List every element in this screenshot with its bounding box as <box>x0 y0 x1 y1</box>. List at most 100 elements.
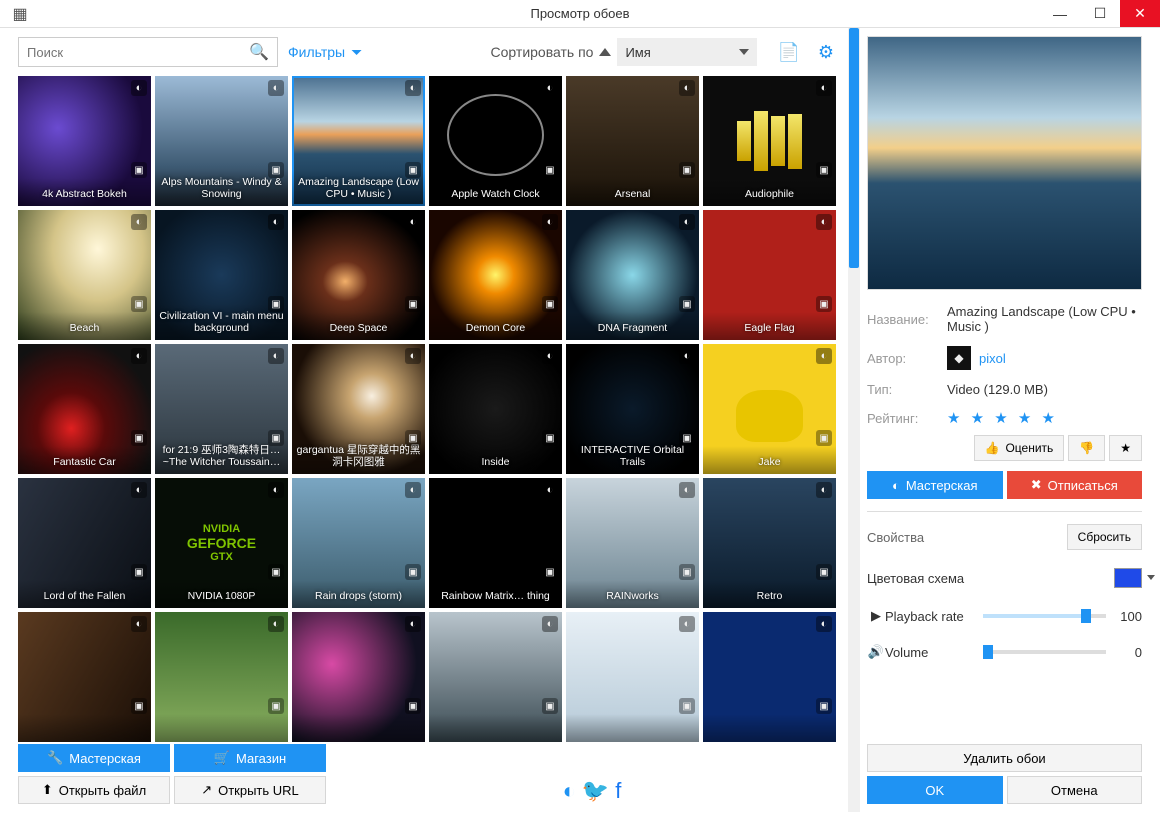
search-input[interactable] <box>27 45 249 60</box>
playback-rate-label: Playback rate <box>885 609 975 624</box>
wallpaper-tile[interactable]: gargantua 星际穿越中的黑洞卡冈图雅◐▣ <box>292 344 425 474</box>
wallpaper-tile[interactable]: ◐▣ <box>703 612 836 742</box>
rate-button[interactable]: 👍 Оценить <box>974 435 1065 461</box>
search-box[interactable]: 🔍 <box>18 37 278 67</box>
type-label: Тип: <box>867 382 947 397</box>
wallpaper-tile[interactable]: Rainbow Matrix… thing◐▣ <box>429 478 562 608</box>
thumbs-down-button[interactable]: 👎 <box>1068 435 1105 461</box>
wallpaper-preview <box>867 36 1142 290</box>
wrench-icon: 🔧 <box>47 750 63 766</box>
steam-badge-icon: ◐ <box>679 616 695 632</box>
favorite-button[interactable]: ★ <box>1109 435 1142 461</box>
color-scheme-label: Цветовая схема <box>867 571 964 586</box>
wallpaper-tile[interactable]: Lord of the Fallen◐▣ <box>18 478 151 608</box>
delete-wallpaper-button[interactable]: Удалить обои <box>867 744 1142 772</box>
wallpaper-tile[interactable]: Civilization VI - main menu background◐▣ <box>155 210 288 340</box>
type-badge-icon: ▣ <box>405 698 421 714</box>
wallpaper-tile[interactable]: RAINworks◐▣ <box>566 478 699 608</box>
type-badge-icon: ▣ <box>405 296 421 312</box>
steam-badge-icon: ◐ <box>268 348 284 364</box>
new-file-icon[interactable]: 📄 <box>773 42 803 63</box>
wallpaper-tile[interactable]: Amazing Landscape (Low CPU • Music )◐▣ <box>292 76 425 206</box>
unsubscribe-button[interactable]: ✖ Отписаться <box>1007 471 1143 499</box>
steam-badge-icon: ◐ <box>679 482 695 498</box>
ok-button[interactable]: OK <box>867 776 1003 804</box>
steam-badge-icon: ◐ <box>405 616 421 632</box>
search-icon[interactable]: 🔍 <box>249 42 269 62</box>
maximize-button[interactable]: ☐ <box>1080 0 1120 27</box>
type-badge-icon: ▣ <box>131 430 147 446</box>
wallpaper-tile[interactable]: NVIDIAGEFORCEGTXNVIDIA 1080P◐▣ <box>155 478 288 608</box>
wallpaper-tile[interactable]: Rain drops (storm)◐▣ <box>292 478 425 608</box>
twitter-icon[interactable]: 🐦 <box>582 778 609 804</box>
wallpaper-tile[interactable]: Apple Watch Clock◐▣ <box>429 76 562 206</box>
wallpaper-tile[interactable]: Beach◐▣ <box>18 210 151 340</box>
sort-select[interactable]: Имя <box>617 38 757 66</box>
wallpaper-tile[interactable]: INTERACTIVE Orbital Trails◐▣ <box>566 344 699 474</box>
wallpaper-tile[interactable]: Alps Mountains - Windy & Snowing◐▣ <box>155 76 288 206</box>
tile-caption <box>155 714 288 742</box>
wallpaper-tile[interactable]: ◐▣ <box>18 612 151 742</box>
steam-badge-icon: ◐ <box>816 214 832 230</box>
wallpaper-tile[interactable]: Eagle Flag◐▣ <box>703 210 836 340</box>
workshop-button[interactable]: 🔧Мастерская <box>18 744 170 772</box>
wallpaper-tile[interactable]: 4k Abstract Bokeh◐▣ <box>18 76 151 206</box>
social-row: ◐ 🐦 f <box>563 778 622 804</box>
type-badge-icon: ▣ <box>542 162 558 178</box>
type-badge-icon: ▣ <box>542 564 558 580</box>
wallpaper-tile[interactable]: ◐▣ <box>292 612 425 742</box>
type-badge-icon: ▣ <box>268 296 284 312</box>
tile-caption: Jake <box>703 446 836 474</box>
wallpaper-tile[interactable]: ◐▣ <box>155 612 288 742</box>
open-file-button[interactable]: ⬆Открыть файл <box>18 776 170 804</box>
tile-caption <box>292 714 425 742</box>
steam-badge-icon: ◐ <box>679 348 695 364</box>
tile-caption <box>18 714 151 742</box>
wallpaper-tile[interactable]: Fantastic Car◐▣ <box>18 344 151 474</box>
facebook-icon[interactable]: f <box>615 778 621 804</box>
steam-badge-icon: ◐ <box>405 80 421 96</box>
wallpaper-tile[interactable]: for 21:9 巫师3陶森特日… ~The Witcher Toussain…… <box>155 344 288 474</box>
wallpaper-tile[interactable]: Arsenal◐▣ <box>566 76 699 206</box>
tile-caption: NVIDIA 1080P <box>155 580 288 608</box>
steam-badge-icon: ◐ <box>131 80 147 96</box>
wallpaper-tile[interactable]: Audiophile◐▣ <box>703 76 836 206</box>
type-value: Video (129.0 MB) <box>947 382 1142 397</box>
volume-slider[interactable] <box>983 650 1106 654</box>
wallpaper-tile[interactable]: Jake◐▣ <box>703 344 836 474</box>
filters-link[interactable]: Фильтры ⏷ <box>288 44 362 61</box>
close-button[interactable]: ✕ <box>1120 0 1160 27</box>
author-label: Автор: <box>867 351 947 366</box>
workshop-link-button[interactable]: ◐ Мастерская <box>867 471 1003 499</box>
playback-rate-value: 100 <box>1114 609 1142 624</box>
author-link[interactable]: pixol <box>979 351 1006 366</box>
tile-caption <box>703 714 836 742</box>
steam-badge-icon: ◐ <box>131 348 147 364</box>
wallpaper-tile[interactable]: Retro◐▣ <box>703 478 836 608</box>
reset-button[interactable]: Сбросить <box>1067 524 1142 550</box>
color-swatch[interactable] <box>1114 568 1142 588</box>
cancel-button[interactable]: Отмена <box>1007 776 1143 804</box>
wallpaper-tile[interactable]: Inside◐▣ <box>429 344 562 474</box>
wallpaper-tile[interactable]: Deep Space◐▣ <box>292 210 425 340</box>
playback-rate-slider[interactable] <box>983 614 1106 618</box>
open-url-button[interactable]: ↗Открыть URL <box>174 776 326 804</box>
gear-icon[interactable]: ⚙ <box>814 42 838 63</box>
type-badge-icon: ▣ <box>679 430 695 446</box>
tile-caption: Deep Space <box>292 312 425 340</box>
filters-label: Фильтры <box>288 44 345 60</box>
tile-caption: Inside <box>429 446 562 474</box>
wallpaper-tile[interactable]: DNA Fragment◐▣ <box>566 210 699 340</box>
wallpaper-tile[interactable]: ◐▣ <box>566 612 699 742</box>
steam-badge-icon: ◐ <box>131 482 147 498</box>
scrollbar[interactable] <box>848 28 860 812</box>
scrollbar-thumb[interactable] <box>849 28 859 268</box>
steam-icon[interactable]: ◐ <box>563 778 576 804</box>
type-badge-icon: ▣ <box>268 698 284 714</box>
type-badge-icon: ▣ <box>268 430 284 446</box>
store-button[interactable]: 🛒Магазин <box>174 744 326 772</box>
sort-direction-icon[interactable] <box>599 48 611 56</box>
minimize-button[interactable]: — <box>1040 0 1080 27</box>
wallpaper-tile[interactable]: ◐▣ <box>429 612 562 742</box>
wallpaper-tile[interactable]: Demon Core◐▣ <box>429 210 562 340</box>
